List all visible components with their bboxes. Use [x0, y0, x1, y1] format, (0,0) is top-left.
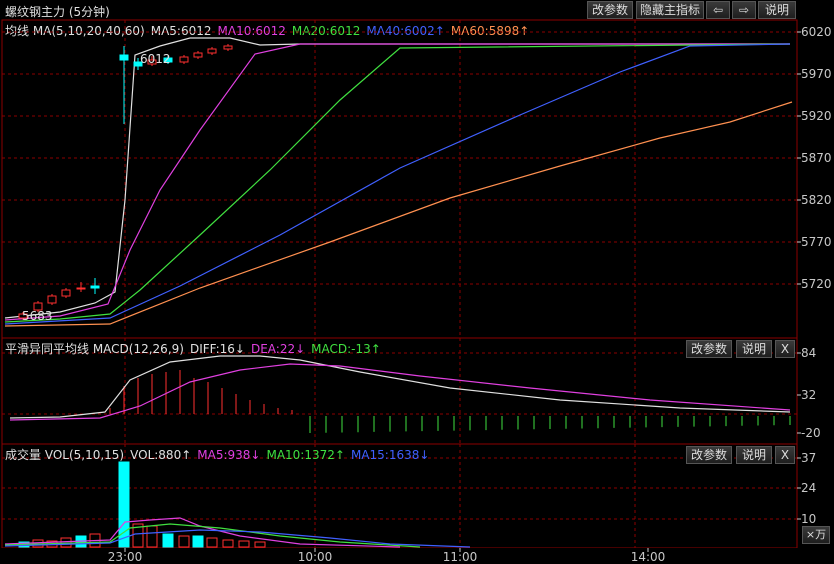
- window-title: 螺纹钢主力 (5分钟): [5, 5, 110, 19]
- dea-line: [9, 363, 791, 421]
- vol-legend-item-2: MA5:938↓: [197, 448, 261, 462]
- vol-bar-11: [192, 535, 204, 548]
- price-tick-label-5: 5770: [801, 235, 832, 249]
- vol-bar-14: [238, 540, 250, 548]
- vol-params-button[interactable]: 改参数: [686, 446, 732, 464]
- vol-bar-9: [162, 533, 174, 548]
- ma20-line: [4, 43, 791, 323]
- vol-bar-3: [60, 537, 72, 548]
- macd-help-button[interactable]: 说明: [736, 340, 772, 358]
- price-tick-label-3: 5870: [801, 151, 832, 165]
- ma40-line: [4, 43, 791, 325]
- candle-body-4: [76, 287, 86, 290]
- vol-bar-10: [178, 535, 190, 548]
- vol-ma15-line: [4, 529, 471, 548]
- macd-tick-label-0: 84: [801, 346, 816, 360]
- price-tick-label-6: 5720: [801, 277, 832, 291]
- price-tick-label-1: 5970: [801, 67, 832, 81]
- price-tick-label-2: 5920: [801, 109, 832, 123]
- candle-body-12: [207, 48, 217, 54]
- next-arrow-icon[interactable]: ⇨: [732, 1, 756, 19]
- low-annotation: 5683: [22, 309, 53, 323]
- candle-body-3: [61, 289, 71, 297]
- time-label-3: 14:00: [631, 550, 666, 564]
- vol-close-button[interactable]: X: [775, 446, 795, 464]
- params-button[interactable]: 改参数: [587, 1, 633, 19]
- vol-bar-8: [146, 525, 158, 548]
- vol-bar-13: [222, 539, 234, 548]
- vol-legend-item-3: MA10:1372↑: [266, 448, 345, 462]
- price-chart[interactable]: 6020 5970 5920 5870 5820 5770 5720 5683 6012: [0, 19, 834, 339]
- vol-legend-item-1: VOL:880↑: [130, 448, 192, 462]
- macd-tick-label-1: 32: [801, 388, 816, 402]
- macd-close-button[interactable]: X: [775, 340, 795, 358]
- plot-frame: [1, 19, 798, 339]
- macd-params-button[interactable]: 改参数: [686, 340, 732, 358]
- help-button[interactable]: 说明: [758, 1, 796, 19]
- price-panel[interactable]: 均线 MA(5,10,20,40,60) MA5:6012 MA10:6012 MA2…: [0, 19, 834, 339]
- macd-legend-item-2: DEA:22↓: [250, 342, 306, 356]
- time-label-2: 11:00: [443, 550, 478, 564]
- time-label-0: 23:00: [108, 550, 143, 564]
- macd-panel[interactable]: 84 32 -20 平滑异同平均线 MACD(12,26,9) DIFF:16↓ DEA…: [0, 337, 834, 445]
- vol-legend-item-0: 成交量 VOL(5,10,15): [5, 448, 125, 462]
- ma10-line: [4, 43, 790, 321]
- macd-legend-item-1: DIFF:16↓: [189, 342, 245, 356]
- time-label-1: 10:00: [298, 550, 333, 564]
- price-tick-label-4: 5820: [801, 193, 832, 207]
- macd-legend: 平滑异同平均线 MACD(12,26,9) DIFF:16↓ DEA:22↓ MACD…: [5, 340, 387, 357]
- unit-toggle-button[interactable]: ×万: [802, 526, 830, 544]
- vol-tick-label-2: 10: [801, 512, 816, 526]
- vol-tick-label-0: 37: [801, 451, 816, 465]
- ma5-line: [4, 37, 790, 319]
- volume-legend: 成交量 VOL(5,10,15) VOL:880↑ MA5:938↓ MA10:137…: [5, 446, 435, 463]
- vol-bar-15: [254, 541, 266, 548]
- time-axis-chart: 23:00 10:00 11:00 14:00: [108, 548, 666, 564]
- macd-legend-item-3: MACD:-13↑: [311, 342, 381, 356]
- candle-body-2: [47, 295, 57, 304]
- vol-tick-label-1: 24: [801, 481, 816, 495]
- high-annotation: 6012: [140, 52, 171, 66]
- candle-body-13: [223, 45, 233, 50]
- title-bar: 螺纹钢主力 (5分钟) 改参数 隐藏主指标 ⇦ ⇨ 说明: [0, 0, 834, 20]
- vol-help-button[interactable]: 说明: [736, 446, 772, 464]
- vol-bar-12: [206, 537, 218, 548]
- candle-body-10: [179, 56, 189, 63]
- macd-legend-item-0: 平滑异同平均线 MACD(12,26,9): [5, 342, 184, 356]
- volume-panel[interactable]: 37 24 10 成交量 VOL(5,10,15) VOL:880↑ MA5:938↓ M…: [0, 443, 834, 549]
- price-tick-label-0: 6020: [801, 25, 832, 39]
- candle-body-11: [193, 52, 203, 58]
- vol-legend-item-4: MA15:1638↓: [350, 448, 430, 462]
- candle-body-6: [119, 54, 129, 61]
- diff-line: [9, 355, 791, 419]
- prev-arrow-icon[interactable]: ⇦: [706, 1, 730, 19]
- candle-body-5: [90, 285, 100, 289]
- hide-indicator-button[interactable]: 隐藏主指标: [636, 1, 704, 19]
- time-axis: 23:00 10:00 11:00 14:00: [0, 548, 834, 564]
- macd-tick-label-2: -20: [801, 426, 821, 440]
